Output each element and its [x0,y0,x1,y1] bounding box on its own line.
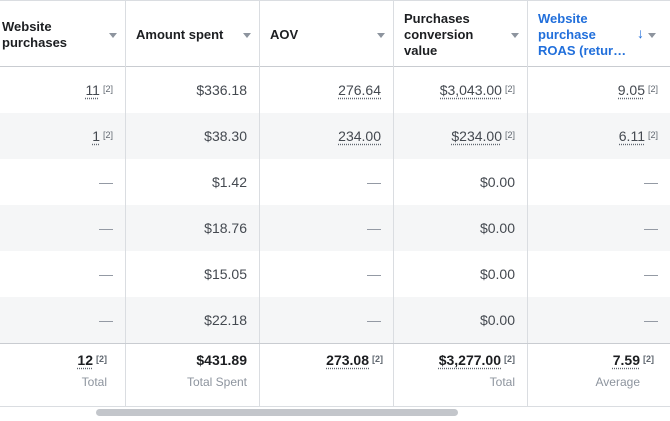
total-label: Total [489,375,515,389]
total-aov: 273.08 [2] [260,344,394,406]
website-purchases-value[interactable]: 1 [2] [92,128,113,144]
amount-spent-value: $38.30 [204,128,247,144]
column-header-website-purchases[interactable]: Website purchases [0,1,126,67]
column-header-aov[interactable]: AOV [260,1,394,67]
roas-value: — [644,220,658,236]
conversion-value[interactable]: $234.00 [2] [451,128,515,144]
horizontal-scrollbar[interactable] [96,409,458,416]
roas-value[interactable]: 9.05 [2] [618,82,658,98]
chevron-down-icon[interactable] [243,33,251,38]
table-row: 1 [2] $38.30 234.00 $234.00 [2] 6.11 [2] [0,113,670,159]
website-purchases-value: — [99,312,113,328]
totals-row: 12 [2] Total $431.89 Total Spent 273.08 [2… [0,343,670,407]
column-header-label: Website purchase ROAS (retur… [538,11,627,58]
conversion-value: $0.00 [479,220,515,236]
chevron-down-icon[interactable] [109,33,117,38]
amount-spent-value: $15.05 [204,266,247,282]
column-header-label: Purchases conversion value [404,11,474,58]
table-row: 11 [2] $336.18 276.64 $3,043.00 [2] 9.05 [2… [0,67,670,113]
table-header: Website purchases Amount spent AOV Purch… [0,0,670,67]
conversion-value: $0.00 [479,174,515,190]
total-value[interactable]: $3,277.00 [2] [439,352,515,368]
chevron-down-icon[interactable] [648,33,656,38]
total-value[interactable]: 12 [2] [77,352,107,368]
total-label: Average [595,375,640,389]
amount-spent-value: $18.76 [204,220,247,236]
aov-value: — [367,266,381,282]
amount-spent-value: $22.18 [204,312,247,328]
aov-value: — [367,174,381,190]
table-row: — $18.76 — $0.00 — [0,205,670,251]
column-header-label: Amount spent [136,27,224,42]
chevron-down-icon[interactable] [511,33,519,38]
table-row: — $15.05 — $0.00 — [0,251,670,297]
column-header-amount-spent[interactable]: Amount spent [126,1,260,67]
conversion-value: $0.00 [479,266,515,282]
table-row: — $22.18 — $0.00 — [0,297,670,343]
roas-value[interactable]: 6.11 [2] [619,128,658,144]
roas-value: — [644,174,658,190]
chevron-down-icon[interactable] [377,33,385,38]
sort-descending-icon[interactable]: ↓ [637,26,644,40]
aov-value[interactable]: 276.64 [338,82,381,98]
aov-value: — [367,312,381,328]
column-header-website-purchase-roas[interactable]: Website purchase ROAS (retur… ↓ [528,1,670,67]
column-header-label: AOV [270,27,299,42]
amount-spent-value: $336.18 [196,82,247,98]
total-value: $431.89 [196,352,247,368]
conversion-value[interactable]: $3,043.00 [2] [440,82,515,98]
total-label: Total [81,375,107,389]
website-purchases-value: — [99,266,113,282]
website-purchases-value[interactable]: 11 [2] [85,82,113,98]
aov-value[interactable]: 234.00 [338,128,381,144]
column-header-label: Website purchases [2,19,68,50]
ads-report-table: Website purchases Amount spent AOV Purch… [0,0,670,407]
total-value[interactable]: 7.59 [2] [613,352,654,368]
aov-value: — [367,220,381,236]
total-label: Total Spent [186,375,247,389]
roas-value: — [644,266,658,282]
website-purchases-value: — [99,220,113,236]
conversion-value: $0.00 [479,312,515,328]
total-website-purchases: 12 [2] Total [0,344,126,406]
amount-spent-value: $1.42 [211,174,247,190]
total-value[interactable]: 273.08 [2] [326,352,383,368]
average-roas: 7.59 [2] Average [528,344,670,406]
total-amount-spent: $431.89 Total Spent [126,344,260,406]
table-row: — $1.42 — $0.00 — [0,159,670,205]
roas-value: — [644,312,658,328]
website-purchases-value: — [99,174,113,190]
total-conversion-value: $3,277.00 [2] Total [394,344,528,406]
column-header-purchases-conversion-value[interactable]: Purchases conversion value [394,1,528,67]
